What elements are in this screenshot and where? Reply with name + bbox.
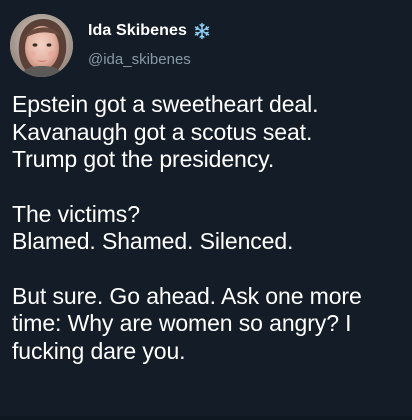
bottom-edge bbox=[0, 416, 412, 420]
tweet-card: Ida Skibenes @ida_skibenes Epstein got a… bbox=[0, 0, 412, 420]
tweet-header: Ida Skibenes @ida_skibenes bbox=[88, 20, 211, 68]
tweet-paragraph-1: Epstein got a sweetheart deal. Kavanaugh… bbox=[12, 91, 319, 172]
avatar[interactable] bbox=[10, 14, 73, 77]
snowflake-icon bbox=[193, 22, 211, 40]
display-name-row: Ida Skibenes bbox=[88, 20, 211, 42]
tweet-paragraph-2: The victims? Blamed. Shamed. Silenced. bbox=[12, 200, 294, 255]
tweet-paragraph-3: But sure. Go ahead. Ask one more time: W… bbox=[12, 282, 362, 364]
username-handle[interactable]: @ida_skibenes bbox=[88, 51, 211, 68]
tweet-body: Epstein got a sweetheart deal. Kavanaugh… bbox=[12, 91, 404, 365]
display-name[interactable]: Ida Skibenes bbox=[88, 22, 187, 40]
profile-photo bbox=[10, 14, 73, 77]
